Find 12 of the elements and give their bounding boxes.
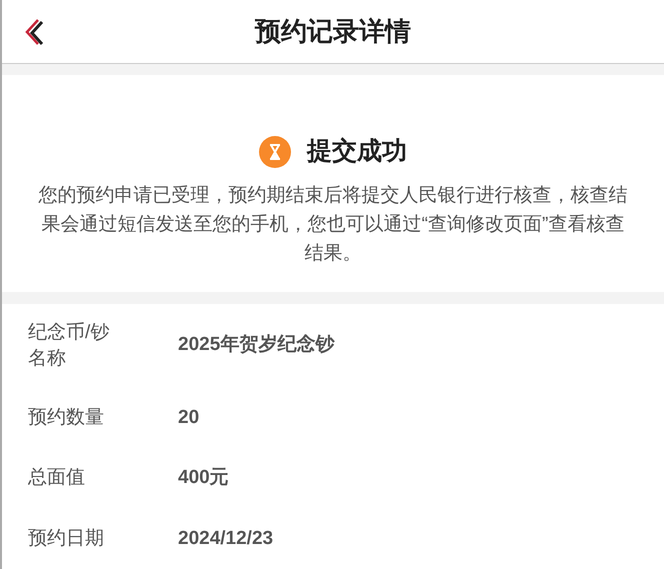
field-value: 2024/12/23 bbox=[178, 526, 274, 550]
field-value: 400元 bbox=[178, 466, 230, 490]
field-label: 总面值 bbox=[28, 466, 86, 490]
status-message: 您的预约申请已受理，预约期结束后将提交人民银行进行核查，核查结果会通过短信发送至您的手机，您也可以通过“查询修改页面”查看核查结果。 bbox=[38, 184, 628, 266]
status-title: 提交成功 bbox=[307, 136, 407, 168]
hourglass-icon bbox=[259, 136, 291, 168]
field-value: 20 bbox=[178, 406, 200, 430]
page-title: 预约记录详情 bbox=[255, 15, 411, 48]
field-label: 预约日期 bbox=[28, 526, 105, 551]
field-value: 2025年贺岁纪念钞 bbox=[178, 333, 336, 358]
field-label: 纪念币/钞名称 bbox=[28, 320, 110, 370]
field-label: 预约数量 bbox=[28, 406, 105, 430]
